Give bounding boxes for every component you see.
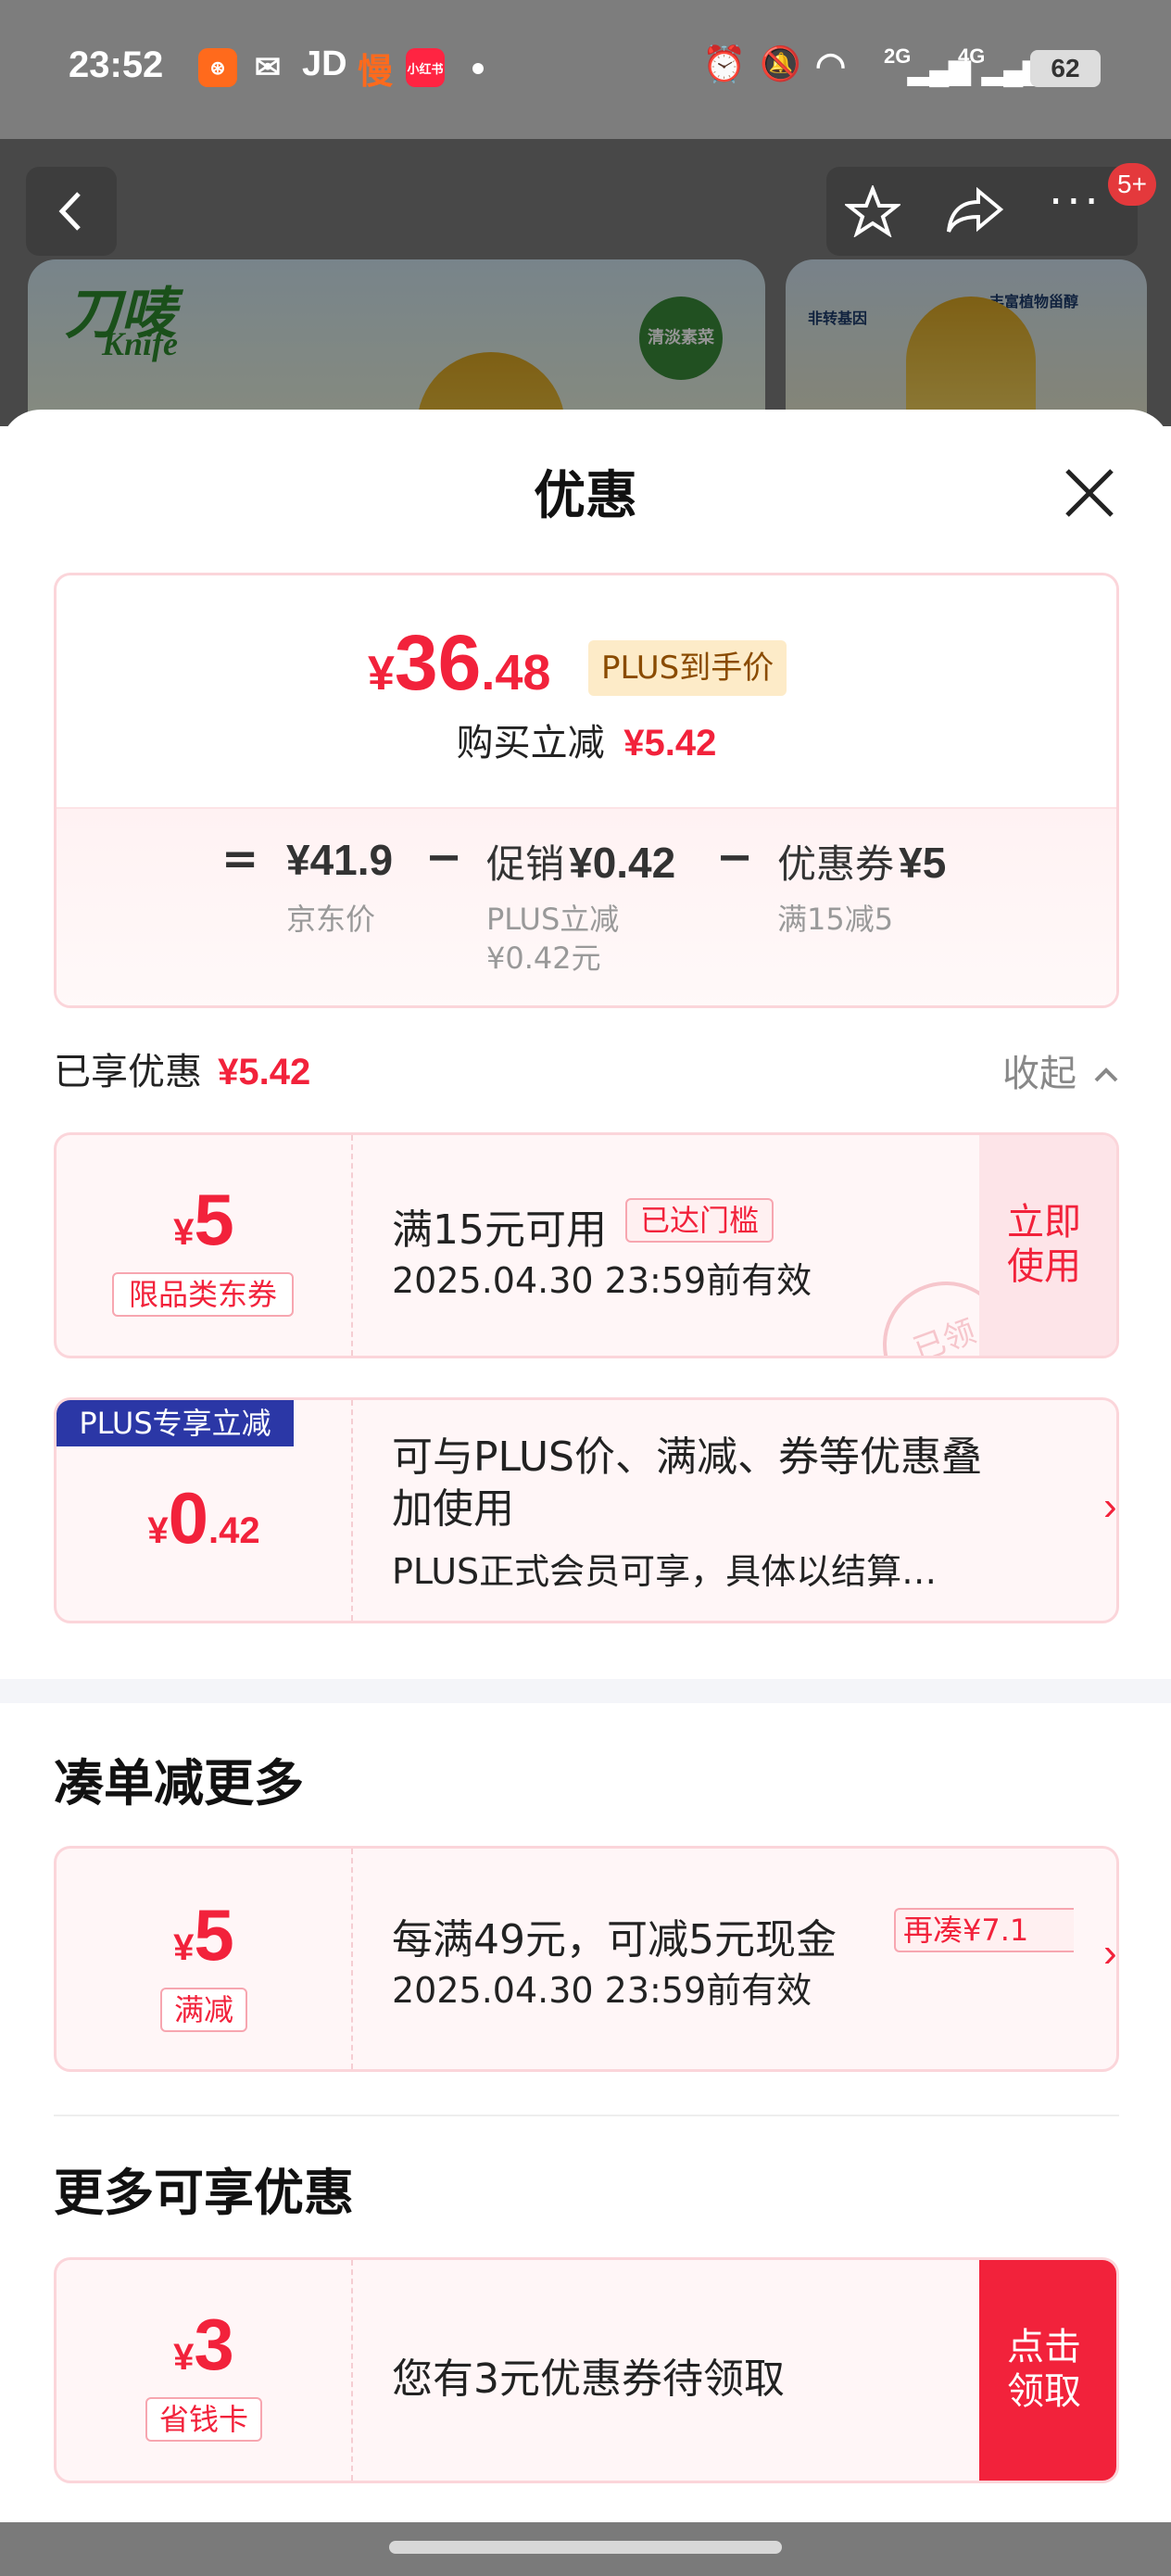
coupon-title: 满15元可用 bbox=[392, 1206, 607, 1254]
sheet-title: 优惠 bbox=[534, 466, 637, 526]
status-bar: 23:52 ⊛ ✉ JD 慢 小红书 ⏰ 🔕 ◠ 2G ▂▄▆ 4G ▂▄▆ 6… bbox=[0, 0, 1171, 139]
top-actions: ··· bbox=[826, 167, 1138, 256]
use-now-label: 立即使用 bbox=[1007, 1201, 1081, 1288]
jd-icon: JD bbox=[302, 44, 347, 83]
save-row: 购买立减 ¥5.42 bbox=[57, 713, 1116, 766]
add-more-tag: 再凑¥7.1 bbox=[894, 1908, 1074, 1952]
amount-value: 3 bbox=[194, 2304, 234, 2385]
plus-amount: ¥0.42 bbox=[57, 1476, 351, 1560]
more-icon[interactable]: ··· bbox=[1049, 176, 1102, 228]
plus-ribbon: PLUS专享立减 bbox=[57, 1400, 294, 1446]
reduction-validity: 2025.04.30 23:59前有效 bbox=[392, 1970, 812, 2011]
jd-price: ¥41.9 bbox=[286, 836, 394, 884]
coupon-type-tag: 限品类东券 bbox=[112, 1272, 294, 1317]
currency-symbol: ¥ bbox=[368, 647, 395, 701]
minus-sign: − bbox=[425, 831, 463, 883]
mute-icon: 🔕 bbox=[760, 44, 801, 82]
reduction-title: 每满49元，可减5元现金 bbox=[392, 1916, 837, 1964]
final-price: ¥36.48 bbox=[368, 618, 550, 708]
equals-sign: = bbox=[221, 833, 259, 885]
coupon-card[interactable]: ¥5 限品类东券 满15元可用 已达门槛 2025.04.30 23:59前有效… bbox=[54, 1132, 1119, 1358]
wechat-icon: ✉ bbox=[254, 50, 282, 85]
coupon-line: 优惠券 ¥5 bbox=[777, 833, 946, 890]
save-value: ¥5.42 bbox=[623, 723, 717, 764]
chevron-up-icon bbox=[1094, 1067, 1118, 1082]
home-indicator[interactable] bbox=[389, 2541, 782, 2554]
offer-amount: ¥3 bbox=[57, 2303, 351, 2387]
price-summary: ¥36.48 PLUS到手价 购买立减 ¥5.42 = ¥41.9 京东价 − … bbox=[54, 573, 1119, 1008]
chevron-right-icon: › bbox=[1103, 1930, 1117, 1976]
chevron-right-icon: › bbox=[1103, 1484, 1117, 1529]
collapse-button[interactable]: 收起 bbox=[1002, 1043, 1120, 1097]
reduction-tag: 满减 bbox=[160, 1988, 247, 2032]
claim-button[interactable]: 点击领取 bbox=[979, 2260, 1116, 2481]
saving-card-tag: 省钱卡 bbox=[145, 2397, 262, 2442]
promo-sub-2: ¥0.42元 bbox=[486, 941, 601, 976]
promo-label: 促销 bbox=[486, 841, 565, 887]
card-divider bbox=[351, 1400, 353, 1621]
price-decimal: .48 bbox=[481, 645, 551, 701]
cart-badge: 5+ bbox=[1108, 163, 1156, 206]
amount-decimal: .42 bbox=[208, 1510, 260, 1551]
enjoyed-value: ¥5.42 bbox=[218, 1052, 311, 1092]
currency-symbol: ¥ bbox=[173, 2337, 195, 2378]
save-label: 购买立减 bbox=[456, 722, 605, 764]
signal-2g: 2G bbox=[884, 44, 912, 68]
amount-value: 5 bbox=[194, 1894, 234, 1976]
coupon-amount: ¥5 bbox=[57, 1178, 351, 1262]
card-divider bbox=[351, 2260, 353, 2481]
wifi-icon: ◠ bbox=[815, 46, 847, 85]
coupon-label: 优惠券 bbox=[777, 841, 895, 887]
battery-icon: 62 bbox=[1030, 50, 1101, 87]
more-deals-title: 凑单减更多 bbox=[54, 1754, 304, 1812]
card-divider bbox=[351, 1849, 353, 2069]
promo-sub-1: PLUS立减 bbox=[486, 902, 620, 937]
amount-integer: 0 bbox=[168, 1477, 209, 1559]
currency-symbol: ¥ bbox=[173, 1212, 195, 1253]
price-breakdown: = ¥41.9 京东价 − 促销 ¥0.42 PLUS立减 ¥0.42元 − 优… bbox=[57, 807, 1116, 1005]
claim-label: 点击领取 bbox=[1007, 2326, 1081, 2413]
enjoyed-discount: 已享优惠 ¥5.42 bbox=[54, 1042, 310, 1095]
star-icon[interactable] bbox=[845, 185, 900, 237]
dot-icon bbox=[472, 63, 484, 74]
chevron-left-icon bbox=[58, 192, 81, 231]
coupon-validity: 2025.04.30 23:59前有效 bbox=[392, 1260, 812, 1301]
promo-value: ¥0.42 bbox=[569, 839, 676, 887]
offer-title: 您有3元优惠券待领取 bbox=[392, 2355, 785, 2403]
close-icon[interactable] bbox=[1056, 460, 1123, 526]
coupon-sub: 满15减5 bbox=[777, 902, 894, 937]
reduction-amount: ¥5 bbox=[57, 1893, 351, 1977]
enjoyed-label: 已享优惠 bbox=[54, 1051, 202, 1093]
kuaishou-icon: ⊛ bbox=[198, 48, 237, 87]
status-time: 23:52 bbox=[69, 44, 164, 85]
threshold-status: 已达门槛 bbox=[625, 1198, 774, 1243]
more-offers-title: 更多可享优惠 bbox=[54, 2164, 354, 2222]
jd-price-label: 京东价 bbox=[286, 902, 376, 937]
currency-symbol: ¥ bbox=[173, 1927, 195, 1968]
plus-price-tag: PLUS到手价 bbox=[588, 640, 787, 696]
amount-value: 5 bbox=[194, 1179, 234, 1260]
card-divider bbox=[351, 1135, 353, 1356]
full-reduction-card[interactable]: ¥5 满减 每满49元，可减5元现金 再凑¥7.1 2025.04.30 23:… bbox=[54, 1846, 1119, 2072]
promo-line: 促销 ¥0.42 bbox=[486, 833, 675, 890]
collapse-label: 收起 bbox=[1002, 1053, 1077, 1095]
signal-4g: 4G bbox=[958, 44, 986, 68]
background-page: 刀唛 Knife 清淡素菜 非转基因 丰富植物甾醇 23:52 ⊛ ✉ JD 慢… bbox=[0, 0, 1171, 426]
coupon-value: ¥5 bbox=[899, 839, 947, 887]
use-now-button[interactable]: 立即使用 bbox=[979, 1135, 1116, 1356]
price-integer: 36 bbox=[394, 619, 482, 706]
man-app-icon: 慢 bbox=[358, 53, 394, 92]
plus-discount-card[interactable]: PLUS专享立减 ¥0.42 可与PLUS价、满减、券等优惠叠加使用 PLUS正… bbox=[54, 1397, 1119, 1623]
plus-desc: PLUS正式会员可享，具体以结算… bbox=[392, 1551, 938, 1592]
section-divider bbox=[0, 1679, 1171, 1703]
back-button[interactable] bbox=[26, 167, 117, 256]
divider-line bbox=[54, 2115, 1119, 2116]
saving-card-offer[interactable]: ¥3 省钱卡 您有3元优惠券待领取 点击领取 bbox=[54, 2257, 1119, 2483]
plus-title: 可与PLUS价、满减、券等优惠叠加使用 bbox=[392, 1433, 982, 1533]
currency-symbol: ¥ bbox=[147, 1510, 169, 1551]
minus-sign: − bbox=[716, 831, 754, 883]
alarm-icon: ⏰ bbox=[702, 45, 747, 84]
share-icon[interactable] bbox=[945, 187, 1004, 235]
xiaohongshu-icon: 小红书 bbox=[406, 48, 445, 87]
